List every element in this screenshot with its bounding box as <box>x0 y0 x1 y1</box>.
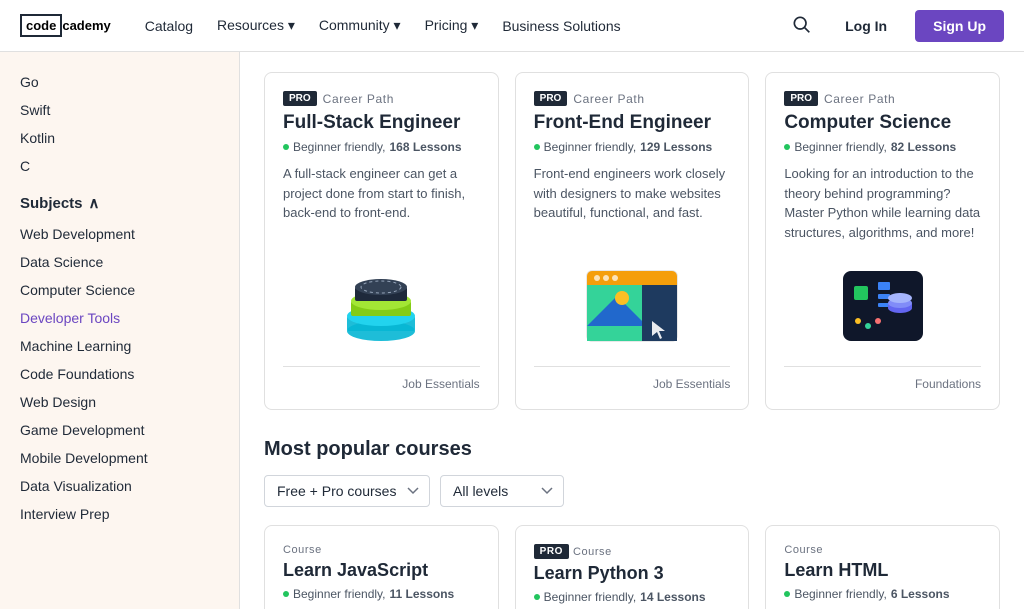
browser-illustration <box>582 266 682 346</box>
search-icon <box>791 14 811 34</box>
course-label-js: Course <box>283 544 480 556</box>
pro-badge: PRO <box>534 91 568 106</box>
nav-actions: Log In Sign Up <box>785 8 1004 43</box>
beginner-dot <box>534 144 540 150</box>
sidebar-lang-swift[interactable]: Swift <box>20 96 219 124</box>
card-desc-cs: Looking for an introduction to the theor… <box>784 164 981 242</box>
subjects-chevron: ∧ <box>89 194 100 212</box>
sidebar-item-data-visualization[interactable]: Data Visualization <box>20 472 219 500</box>
pro-badge: PRO <box>283 91 317 106</box>
sidebar-item-web-design[interactable]: Web Design <box>20 388 219 416</box>
filter-row: Free + Pro courses Free courses Pro cour… <box>264 475 1000 507</box>
course-label-html: Course <box>784 544 981 556</box>
course-meta-js: Beginner friendly, 11 Lessons <box>283 587 480 601</box>
sidebar-item-data-science[interactable]: Data Science <box>20 248 219 276</box>
logo-suffix: cademy <box>62 18 110 33</box>
subjects-label: Subjects <box>20 195 83 212</box>
sidebar-lang-go[interactable]: Go <box>20 68 219 96</box>
course-title-js: Learn JavaScript <box>283 560 480 581</box>
sidebar-item-developer-tools[interactable]: Developer Tools <box>20 304 219 332</box>
main-content: PRO Career Path Full-Stack Engineer Begi… <box>240 52 1024 609</box>
card-type: Career Path <box>323 92 394 106</box>
card-title-full-stack: Full-Stack Engineer <box>283 112 480 134</box>
course-card-python[interactable]: PRO Course Learn Python 3 Beginner frien… <box>515 525 750 609</box>
card-img-full-stack <box>283 256 480 356</box>
nav-community[interactable]: Community ▾ <box>309 11 411 40</box>
beginner-dot <box>283 591 289 597</box>
logo-code: code <box>20 14 62 37</box>
card-full-stack[interactable]: PRO Career Path Full-Stack Engineer Begi… <box>264 72 499 410</box>
beginner-dot <box>784 591 790 597</box>
card-footer-cs: Foundations <box>784 366 981 391</box>
card-type: Career Path <box>573 92 644 106</box>
card-badge-full-stack: PRO Career Path <box>283 91 480 106</box>
card-title-front-end: Front-End Engineer <box>534 112 731 134</box>
course-filter-select[interactable]: Free + Pro courses Free courses Pro cour… <box>264 475 430 507</box>
card-computer-science[interactable]: PRO Career Path Computer Science Beginne… <box>765 72 1000 410</box>
beginner-dot <box>283 144 289 150</box>
card-badge-cs: PRO Career Path <box>784 91 981 106</box>
card-img-front-end <box>534 256 731 356</box>
stack-illustration <box>336 261 426 351</box>
sidebar-lang-c[interactable]: C <box>20 152 219 180</box>
card-meta-cs: Beginner friendly, 82 Lessons <box>784 140 981 154</box>
card-meta-front-end: Beginner friendly, 129 Lessons <box>534 140 731 154</box>
course-title-python: Learn Python 3 <box>534 563 731 584</box>
nav-pricing[interactable]: Pricing ▾ <box>415 11 489 40</box>
sidebar-item-game-development[interactable]: Game Development <box>20 416 219 444</box>
card-desc-front-end: Front-end engineers work closely with de… <box>534 164 731 242</box>
nav-catalog[interactable]: Catalog <box>135 12 203 40</box>
sidebar-lang-kotlin[interactable]: Kotlin <box>20 124 219 152</box>
pro-badge: PRO <box>784 91 818 106</box>
career-path-cards: PRO Career Path Full-Stack Engineer Begi… <box>264 72 1000 410</box>
logo[interactable]: codecademy <box>20 14 111 37</box>
main-layout: Go Swift Kotlin C Subjects ∧ Web Develop… <box>0 52 1024 609</box>
card-footer-full-stack: Job Essentials <box>283 366 480 391</box>
sidebar: Go Swift Kotlin C Subjects ∧ Web Develop… <box>0 52 240 609</box>
card-img-cs <box>784 256 981 356</box>
search-button[interactable] <box>785 8 817 43</box>
card-meta-full-stack: Beginner friendly, 168 Lessons <box>283 140 480 154</box>
card-title-cs: Computer Science <box>784 112 981 134</box>
sidebar-item-mobile-development[interactable]: Mobile Development <box>20 444 219 472</box>
cs-illustration <box>838 266 928 346</box>
nav-resources[interactable]: Resources ▾ <box>207 11 305 40</box>
level-filter-select[interactable]: All levels Beginner Intermediate Advance… <box>440 475 564 507</box>
sidebar-item-interview-prep[interactable]: Interview Prep <box>20 500 219 528</box>
card-desc-full-stack: A full-stack engineer can get a project … <box>283 164 480 242</box>
course-meta-python: Beginner friendly, 14 Lessons <box>534 590 731 604</box>
course-cards: Course Learn JavaScript Beginner friendl… <box>264 525 1000 609</box>
course-title-html: Learn HTML <box>784 560 981 581</box>
card-badge-front-end: PRO Career Path <box>534 91 731 106</box>
course-card-html[interactable]: Course Learn HTML Beginner friendly, 6 L… <box>765 525 1000 609</box>
section-title: Most popular courses <box>264 438 1000 461</box>
login-button[interactable]: Log In <box>829 12 903 40</box>
sidebar-item-computer-science[interactable]: Computer Science <box>20 276 219 304</box>
sidebar-item-machine-learning[interactable]: Machine Learning <box>20 332 219 360</box>
course-label-python: PRO Course <box>534 544 731 559</box>
navbar: codecademy Catalog Resources ▾ Community… <box>0 0 1024 52</box>
beginner-dot <box>534 594 540 600</box>
nav-business[interactable]: Business Solutions <box>492 12 630 40</box>
course-card-javascript[interactable]: Course Learn JavaScript Beginner friendl… <box>264 525 499 609</box>
sidebar-item-web-development[interactable]: Web Development <box>20 220 219 248</box>
card-type: Career Path <box>824 92 895 106</box>
signup-button[interactable]: Sign Up <box>915 10 1004 42</box>
most-popular-section: Most popular courses Free + Pro courses … <box>264 438 1000 609</box>
sidebar-item-code-foundations[interactable]: Code Foundations <box>20 360 219 388</box>
beginner-dot <box>784 144 790 150</box>
card-footer-front-end: Job Essentials <box>534 366 731 391</box>
pro-badge: PRO <box>534 544 569 559</box>
nav-links: Catalog Resources ▾ Community ▾ Pricing … <box>135 11 785 40</box>
course-meta-html: Beginner friendly, 6 Lessons <box>784 587 981 601</box>
card-front-end[interactable]: PRO Career Path Front-End Engineer Begin… <box>515 72 750 410</box>
subjects-header[interactable]: Subjects ∧ <box>20 180 219 220</box>
